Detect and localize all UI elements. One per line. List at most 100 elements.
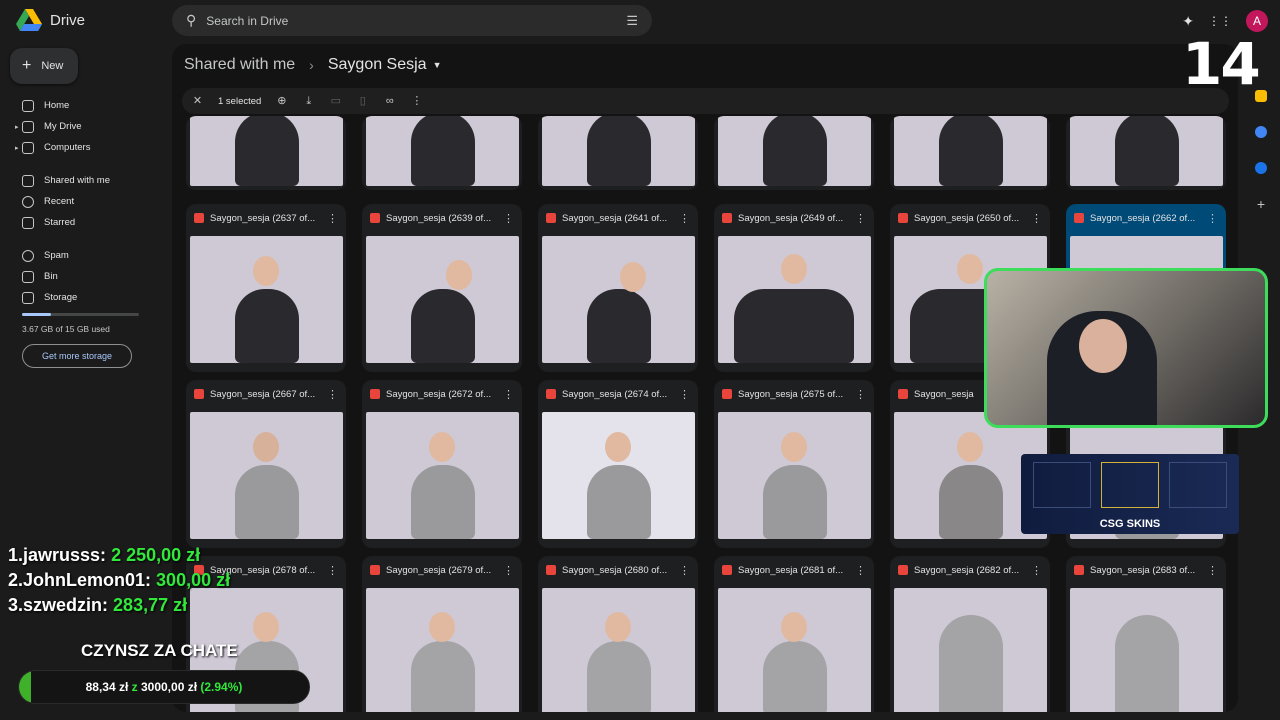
more-options-icon[interactable]: ⋮ — [327, 212, 338, 225]
stream-counter: 14 — [1182, 30, 1261, 98]
selection-count: 1 selected — [218, 95, 262, 107]
file-card[interactable]: Saygon_sesja (2674 of... ⋮ — [538, 380, 698, 548]
search-bar[interactable]: ⚲ Search in Drive ☰ — [172, 5, 652, 36]
webcam-overlay — [984, 268, 1268, 428]
more-options-icon[interactable]: ⋮ — [503, 388, 514, 401]
caret-right-icon[interactable]: ▸ — [15, 144, 19, 152]
file-name: Saygon_sesja (2637 of... — [210, 212, 316, 224]
sidebar-item-recent[interactable]: Recent — [0, 191, 168, 212]
side-panel-rail: + — [1246, 90, 1276, 234]
file-name: Saygon_sesja (2662 of... — [1090, 212, 1196, 224]
sidebar-item-spam[interactable]: Spam — [0, 245, 168, 266]
skin-slot — [1101, 462, 1159, 508]
file-card[interactable]: Saygon_sesja (2683 of... ⋮ — [1066, 556, 1226, 712]
image-file-icon — [722, 565, 732, 575]
tasks-icon[interactable] — [1255, 126, 1267, 138]
donation-leaderboard: 1.jawrusss: 2 250,00 zł 2.JohnLemon01: 3… — [8, 543, 230, 618]
file-card[interactable]: Saygon_sesja (2681 of... ⋮ — [714, 556, 874, 712]
share-icon[interactable]: ⊕ — [275, 95, 288, 108]
image-file-icon — [1074, 213, 1084, 223]
thumbnail — [366, 116, 519, 186]
more-options-icon[interactable]: ⋮ — [855, 212, 866, 225]
thumbnail — [1070, 588, 1223, 712]
more-options-icon[interactable]: ⋮ — [1207, 212, 1218, 225]
thumbnail — [366, 412, 519, 539]
file-card[interactable]: Saygon_sesja (2682 of... ⋮ — [890, 556, 1050, 712]
image-file-icon — [194, 213, 204, 223]
file-name: Saygon_sesja (2641 of... — [562, 212, 668, 224]
file-card[interactable]: Saygon_sesja (2675 of... ⋮ — [714, 380, 874, 548]
file-card[interactable]: Saygon_sesja (2667 of... ⋮ — [186, 380, 346, 548]
gemini-icon[interactable]: ✦ — [1182, 13, 1194, 30]
more-options-icon[interactable]: ⋮ — [327, 388, 338, 401]
storage-progress — [22, 313, 139, 316]
more-options-icon[interactable]: ⋮ — [1207, 564, 1218, 577]
thumbnail — [1070, 116, 1223, 186]
dropdown-arrow-icon[interactable]: ▼ — [433, 60, 442, 70]
get-more-storage-button[interactable]: Get more storage — [22, 344, 132, 368]
file-card[interactable] — [714, 116, 874, 190]
sidebar-item-bin[interactable]: Bin — [0, 266, 168, 287]
more-options-icon[interactable]: ⋮ — [503, 212, 514, 225]
leaderboard-row: 2.JohnLemon01: 300,00 zł — [8, 570, 231, 590]
breadcrumb-parent[interactable]: Shared with me — [184, 56, 295, 74]
file-card[interactable]: Saygon_sesja (2649 of... ⋮ — [714, 204, 874, 372]
file-name: Saygon_sesja (2683 of... — [1090, 564, 1196, 576]
thumbnail — [542, 588, 695, 712]
leaderboard-row: 3.szwedzin: 283,77 zł — [8, 595, 188, 615]
clear-selection-icon[interactable]: ✕ — [191, 95, 204, 108]
file-card[interactable]: Saygon_sesja (2680 of... ⋮ — [538, 556, 698, 712]
file-name: Saygon_sesja (2682 of... — [914, 564, 1020, 576]
more-options-icon[interactable]: ⋮ — [855, 564, 866, 577]
more-options-icon[interactable]: ⋮ — [1031, 212, 1042, 225]
file-card[interactable]: Saygon_sesja (2672 of... ⋮ — [362, 380, 522, 548]
avatar[interactable]: A — [1246, 10, 1268, 32]
filter-options-icon[interactable]: ☰ — [626, 13, 638, 29]
file-card[interactable] — [1066, 116, 1226, 190]
more-options-icon[interactable]: ⋮ — [679, 212, 690, 225]
my-drive-icon — [22, 120, 34, 133]
image-file-icon — [194, 389, 204, 399]
spam-icon — [22, 249, 34, 262]
image-file-icon — [546, 213, 556, 223]
move-icon[interactable]: ▭ — [329, 95, 342, 108]
thumbnail — [718, 116, 871, 186]
caret-right-icon[interactable]: ▸ — [15, 123, 19, 131]
more-options-icon[interactable]: ⋮ — [327, 564, 338, 577]
more-options-icon[interactable]: ⋮ — [855, 388, 866, 401]
sidebar-item-storage[interactable]: Storage — [0, 287, 168, 308]
thumbnail — [718, 236, 871, 363]
sidebar-item-computers[interactable]: ▸ Computers — [0, 137, 168, 158]
star-icon — [22, 216, 34, 229]
file-card[interactable] — [890, 116, 1050, 190]
link-icon[interactable]: ∞ — [383, 95, 396, 108]
apps-grid-icon[interactable]: ⋮⋮ — [1208, 14, 1232, 28]
add-addon-icon[interactable]: + — [1255, 197, 1267, 211]
file-card[interactable]: Saygon_sesja (2679 of... ⋮ — [362, 556, 522, 712]
sidebar-item-starred[interactable]: Starred — [0, 212, 168, 233]
more-actions-icon[interactable]: ⋮ — [410, 95, 423, 108]
file-card[interactable] — [538, 116, 698, 190]
thumbnail — [366, 588, 519, 712]
file-card[interactable]: Saygon_sesja (2637 of... ⋮ — [186, 204, 346, 372]
more-options-icon[interactable]: ⋮ — [679, 564, 690, 577]
file-card[interactable]: Saygon_sesja (2641 of... ⋮ — [538, 204, 698, 372]
contacts-icon[interactable] — [1255, 162, 1267, 174]
search-icon[interactable]: ⚲ — [186, 12, 196, 29]
more-options-icon[interactable]: ⋮ — [503, 564, 514, 577]
sponsor-label: CSG SKINS — [1099, 518, 1161, 530]
file-card[interactable]: Saygon_sesja (2639 of... ⋮ — [362, 204, 522, 372]
sidebar-item-home[interactable]: Home — [0, 95, 168, 116]
more-options-icon[interactable]: ⋮ — [679, 388, 690, 401]
drive-logo[interactable]: Drive — [16, 9, 85, 32]
more-options-icon[interactable]: ⋮ — [1031, 564, 1042, 577]
new-button[interactable]: + New — [10, 48, 78, 84]
trash-icon — [22, 270, 34, 283]
sidebar-item-my-drive[interactable]: ▸ My Drive — [0, 116, 168, 137]
download-icon[interactable]: ⤓ — [302, 95, 315, 108]
file-card[interactable] — [186, 116, 346, 190]
file-card[interactable] — [362, 116, 522, 190]
delete-icon[interactable]: ▯ — [356, 95, 369, 108]
sidebar-item-shared[interactable]: Shared with me — [0, 170, 168, 191]
breadcrumb-current[interactable]: Saygon Sesja — [328, 56, 427, 74]
